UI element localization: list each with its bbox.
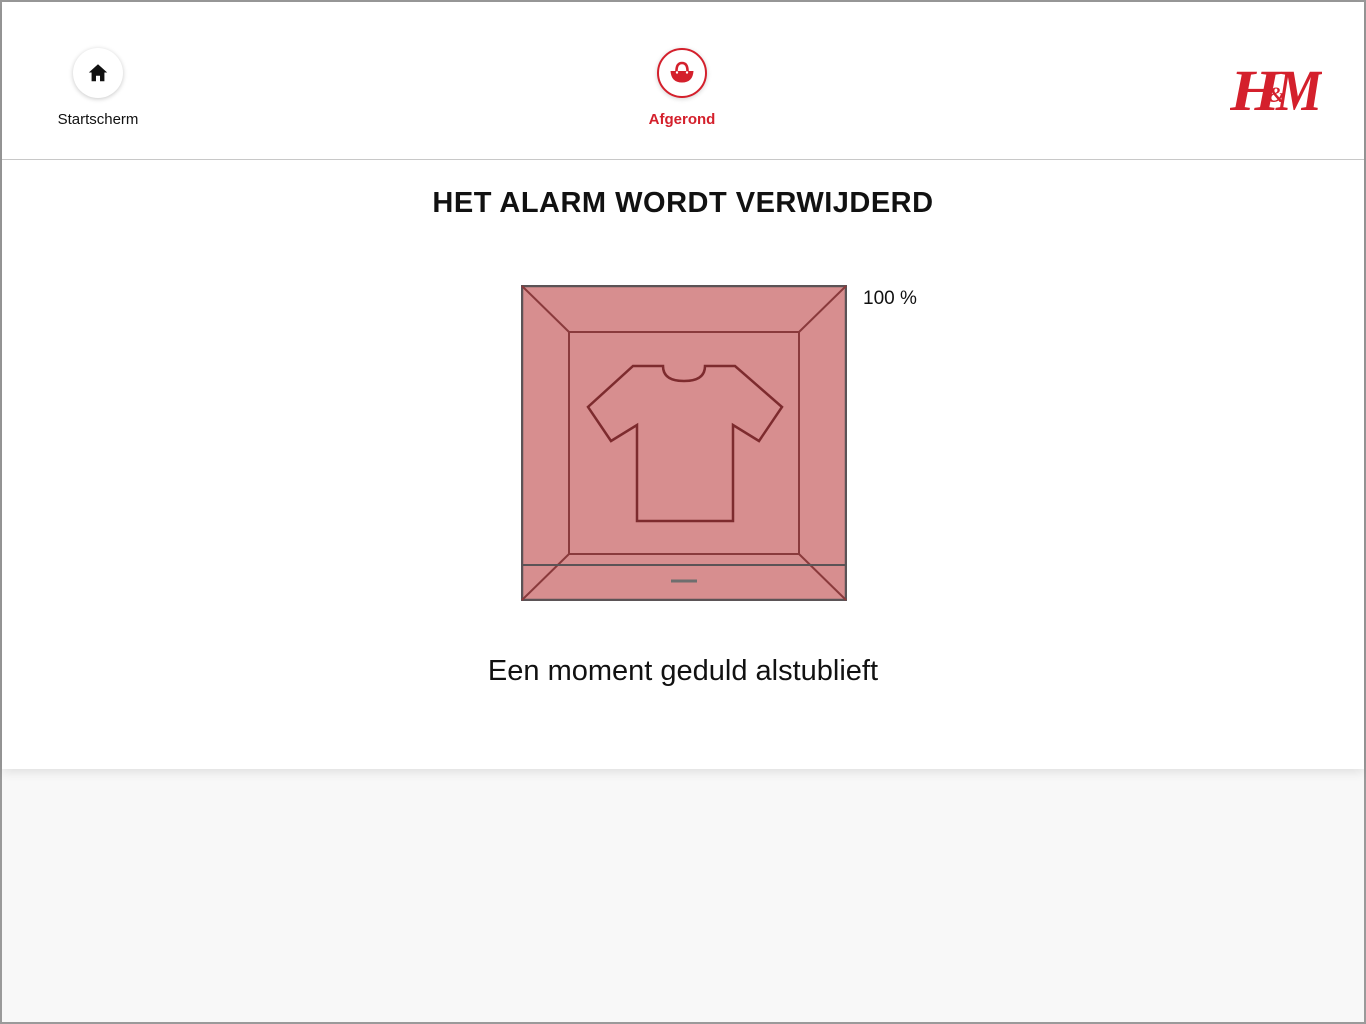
header: Startscherm Afgerond H & M (2, 2, 1364, 160)
home-icon (88, 64, 108, 82)
completed-step-indicator: Afgerond (632, 48, 732, 128)
alarm-removal-illustration (521, 285, 847, 601)
home-nav-button[interactable]: Startscherm (52, 48, 144, 128)
screen-frame: Startscherm Afgerond H & M HET ALARM WOR… (0, 0, 1366, 1024)
shopping-bag-icon (670, 61, 694, 83)
wait-message: Een moment geduld alstublieft (487, 655, 879, 687)
completed-step-circle (657, 48, 707, 98)
page-title: HET ALARM WORDT VERWIJDERD (432, 187, 934, 219)
home-nav-label: Startscherm (57, 111, 139, 128)
home-button-circle[interactable] (73, 48, 123, 98)
progress-percentage: 100 % (863, 288, 917, 309)
svg-text:M: M (1275, 58, 1322, 123)
content-card: Startscherm Afgerond H & M HET ALARM WOR… (2, 2, 1364, 769)
completed-step-label: Afgerond (648, 111, 716, 128)
hm-logo: H & M (1230, 58, 1322, 123)
